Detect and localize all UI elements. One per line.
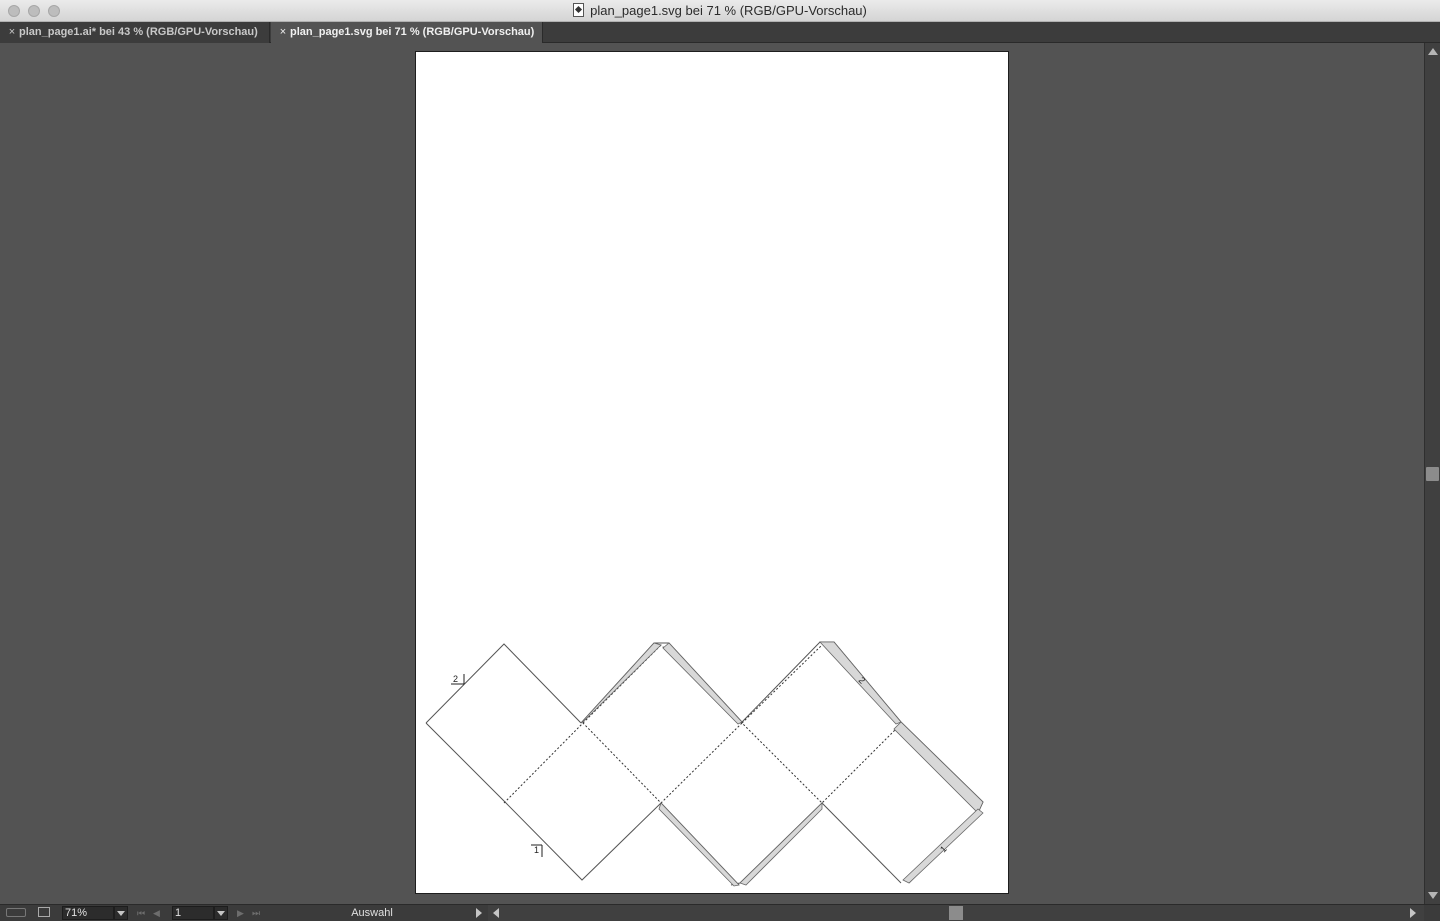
tab-label: plan_page1.svg bei 71 % (RGB/GPU-Vorscha… [290, 26, 535, 38]
window-title-text: plan_page1.svg bei 71 % (RGB/GPU-Vorscha… [590, 3, 867, 18]
scroll-left-icon[interactable] [493, 908, 499, 918]
document-icon [573, 3, 585, 17]
glue-flap [662, 642, 743, 725]
chevron-down-icon [217, 911, 225, 916]
last-artboard-icon[interactable]: ⏭ [252, 906, 260, 920]
document-canvas[interactable]: 2 1 2 1 [0, 43, 1424, 904]
window-title-bar: plan_page1.svg bei 71 % (RGB/GPU-Vorscha… [0, 0, 1440, 22]
vertical-scroll-thumb[interactable] [1426, 467, 1439, 481]
glue-flap [658, 802, 740, 887]
zoom-dropdown-button[interactable] [114, 906, 128, 920]
glue-flap [739, 802, 823, 886]
artboard-number-input[interactable]: 1 [172, 906, 214, 920]
artboard[interactable]: 2 1 2 1 [415, 51, 1009, 894]
cube-net-artwork[interactable]: 2 1 2 1 [416, 52, 1010, 895]
chevron-down-icon [117, 911, 125, 916]
document-tab-bar: × plan_page1.ai* bei 43 % (RGB/GPU-Vorsch… [0, 22, 1440, 43]
fold-line [503, 722, 903, 804]
fold-label: 2 [453, 674, 458, 684]
artboard-dropdown-button[interactable] [214, 906, 228, 920]
previous-artboard-icon[interactable]: ◀ [153, 906, 160, 920]
glue-flap [893, 721, 984, 814]
zoom-input[interactable]: 71% [62, 906, 114, 920]
cut-line [425, 643, 582, 724]
window-title: plan_page1.svg bei 71 % (RGB/GPU-Vorscha… [0, 3, 1440, 18]
status-bar: 71% ⏮ ◀ 1 ▶ ⏭ Auswahl [0, 904, 1440, 921]
horizontal-scrollbar[interactable] [488, 905, 1424, 921]
glue-flap [580, 642, 662, 724]
close-tab-icon[interactable]: × [276, 22, 290, 43]
scroll-down-icon[interactable] [1428, 892, 1438, 899]
tab-plan-page1-ai[interactable]: × plan_page1.ai* bei 43 % (RGB/GPU-Vorsch… [0, 22, 270, 43]
share-icon[interactable] [38, 907, 50, 917]
next-artboard-icon[interactable]: ▶ [237, 906, 244, 920]
tab-label: plan_page1.ai* bei 43 % (RGB/GPU-Vorscha… [19, 26, 258, 38]
scroll-right-icon[interactable] [1410, 908, 1416, 918]
status-menu-icon[interactable] [476, 908, 482, 918]
current-tool-label: Auswahl [351, 907, 393, 919]
scroll-up-icon[interactable] [1428, 48, 1438, 55]
fold-line [741, 644, 823, 724]
first-artboard-icon[interactable]: ⏮ [137, 906, 145, 920]
tab-plan-page1-svg[interactable]: × plan_page1.svg bei 71 % (RGB/GPU-Vorsch… [271, 22, 543, 43]
fold-label: 1 [534, 845, 539, 855]
horizontal-scroll-thumb[interactable] [949, 906, 963, 920]
gpu-performance-icon[interactable] [6, 908, 26, 917]
vertical-scrollbar[interactable] [1424, 43, 1440, 904]
cut-line [425, 722, 662, 881]
close-tab-icon[interactable]: × [5, 22, 19, 43]
